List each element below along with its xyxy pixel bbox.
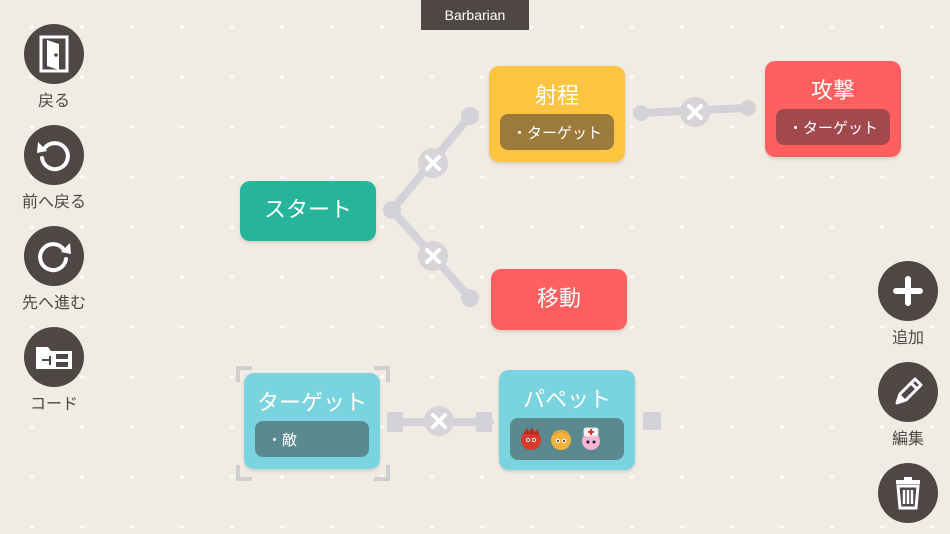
pencil-icon bbox=[878, 362, 938, 422]
disconnect-puppet-button[interactable] bbox=[424, 406, 454, 436]
move-node-title: 移動 bbox=[536, 287, 581, 312]
target-node-title: ターゲット bbox=[256, 391, 367, 416]
attack-target-param[interactable]: ・ターゲット bbox=[776, 109, 890, 145]
puppet-selector[interactable] bbox=[510, 418, 624, 460]
plus-icon bbox=[878, 261, 938, 321]
yellow-puppet-icon bbox=[551, 430, 571, 450]
nurse-puppet-icon bbox=[582, 427, 600, 450]
selection-corner bbox=[374, 465, 390, 481]
attack-node-title: 攻撃 bbox=[810, 79, 855, 104]
target-enemy-param[interactable]: ・敵 bbox=[255, 421, 369, 457]
close-icon bbox=[431, 413, 447, 429]
delete-button[interactable] bbox=[858, 463, 950, 523]
move-node[interactable]: 移動 bbox=[491, 269, 627, 330]
close-icon bbox=[425, 248, 441, 264]
puppet-node[interactable]: パペット bbox=[499, 370, 635, 470]
add-label: 追加 bbox=[891, 328, 924, 347]
disconnect-attack-button[interactable] bbox=[680, 97, 710, 127]
edit-label: 編集 bbox=[891, 429, 924, 448]
range-node[interactable]: 射程 ・ターゲット bbox=[489, 66, 625, 162]
disconnect-move-button[interactable] bbox=[418, 241, 448, 271]
range-target-param[interactable]: ・ターゲット bbox=[500, 114, 614, 150]
trash-icon bbox=[878, 463, 938, 523]
red-puppet-icon bbox=[521, 427, 541, 450]
edit-button[interactable]: 編集 bbox=[858, 362, 950, 449]
attack-node[interactable]: 攻撃 ・ターゲット bbox=[765, 61, 901, 157]
range-node-title: 射程 bbox=[534, 84, 579, 109]
close-icon bbox=[425, 155, 441, 171]
close-icon bbox=[687, 104, 703, 120]
start-node-title: スタート bbox=[263, 198, 352, 223]
target-node[interactable]: ターゲット ・敵 bbox=[244, 373, 380, 469]
puppet-node-title: パペット bbox=[522, 388, 611, 413]
add-button[interactable]: 追加 bbox=[858, 261, 950, 348]
disconnect-range-button[interactable] bbox=[418, 148, 448, 178]
start-node[interactable]: スタート bbox=[240, 181, 376, 241]
